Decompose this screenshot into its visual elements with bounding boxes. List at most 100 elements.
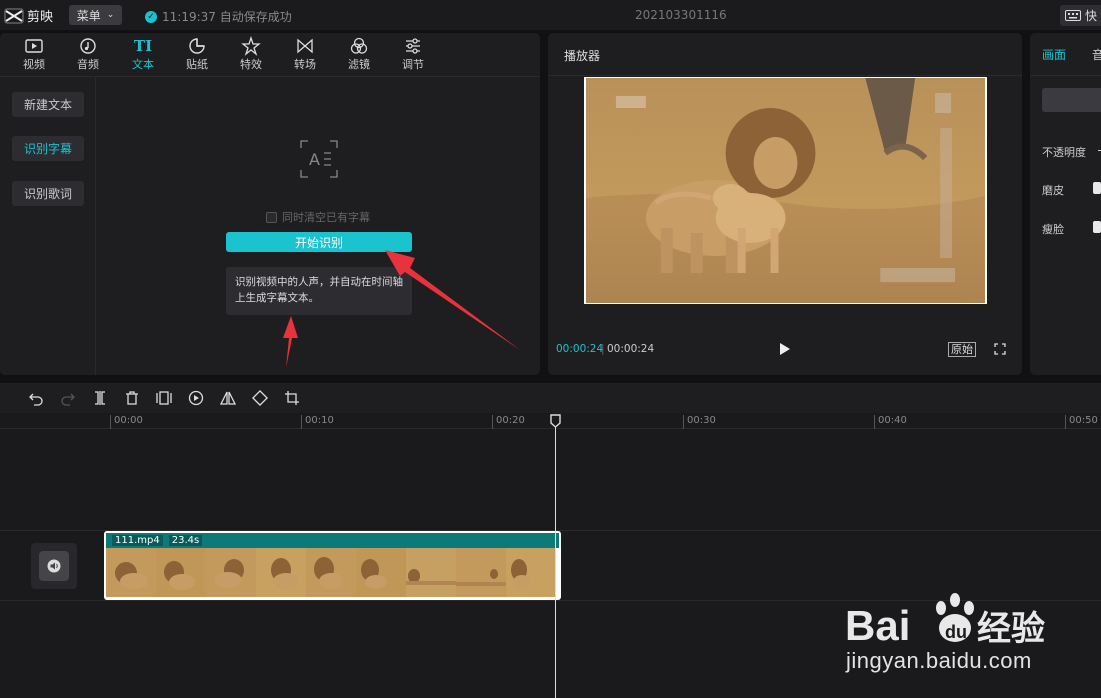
- svg-text:经验: 经验: [977, 609, 1045, 649]
- rotate-icon[interactable]: [252, 390, 268, 406]
- thumbnail: [506, 548, 556, 597]
- aspect-ratio-button[interactable]: 原始: [948, 342, 976, 357]
- total-time: 00:00:24: [607, 343, 655, 355]
- tab-label: 视频: [23, 58, 45, 71]
- properties-panel: 画面 音 不透明度 磨皮 瘦脸: [1030, 33, 1101, 375]
- menu-label: 菜单: [76, 8, 101, 23]
- divider: [548, 75, 1022, 76]
- freeze-frame-icon[interactable]: [156, 390, 172, 406]
- undo-icon[interactable]: [28, 390, 44, 406]
- tab-transition[interactable]: 转场: [285, 36, 325, 76]
- video-preview[interactable]: [584, 77, 987, 304]
- check-icon: ✓: [145, 10, 157, 23]
- thumbnail: [256, 548, 306, 597]
- delete-icon[interactable]: [124, 390, 140, 406]
- svg-text:A: A: [309, 150, 320, 169]
- adjust-icon: [406, 38, 420, 54]
- capcut-logo-icon: [4, 8, 24, 23]
- current-time: 00:00:24: [556, 343, 604, 355]
- save-status: ✓ 11:19:37 自动保存成功: [145, 8, 292, 25]
- track-header: [31, 543, 77, 589]
- split-icon[interactable]: [92, 390, 108, 406]
- tab-label: 特效: [240, 58, 262, 71]
- playhead[interactable]: [555, 422, 556, 698]
- transition-icon: [297, 38, 313, 54]
- divider: [1030, 75, 1101, 76]
- player-title: 播放器: [564, 49, 601, 63]
- thumbnail: [106, 548, 156, 597]
- crop-icon[interactable]: [284, 390, 300, 406]
- tick-label: 00:30: [683, 415, 716, 429]
- thumbnail: [306, 548, 356, 597]
- tab-video[interactable]: 视频: [14, 36, 54, 76]
- preset-bar[interactable]: [1042, 88, 1101, 112]
- tab-effects[interactable]: 特效: [231, 36, 271, 76]
- video-icon: [25, 39, 43, 53]
- sidebar-item-recognize-lyrics[interactable]: 识别歌词: [12, 181, 84, 206]
- playhead-handle[interactable]: [550, 414, 561, 428]
- sidebar-item-recognize-subtitles[interactable]: 识别字幕: [12, 136, 84, 161]
- tab-label: 滤镜: [348, 58, 370, 71]
- opacity-label: 不透明度: [1042, 146, 1086, 159]
- title-bar: 剪映 菜单 ⌄ ✓ 11:19:37 自动保存成功 202103301116 快: [0, 0, 1101, 30]
- start-recognition-button[interactable]: 开始识别: [226, 232, 412, 252]
- thumbnail: [356, 548, 406, 597]
- thumbnail: [406, 548, 456, 597]
- tab-label: 调节: [402, 58, 424, 71]
- mute-button[interactable]: [39, 551, 69, 581]
- chevron-down-icon: ⌄: [106, 10, 115, 20]
- mirror-icon[interactable]: [220, 390, 236, 406]
- shortcut-button[interactable]: 快: [1060, 5, 1101, 26]
- app-name: 剪映: [27, 10, 54, 25]
- project-name: 202103301116: [635, 8, 727, 22]
- time-separator: |: [601, 343, 605, 355]
- shortcut-label: 快: [1085, 9, 1098, 23]
- tick-label: 00:20: [492, 415, 525, 429]
- tab-label: 音频: [77, 58, 99, 71]
- fullscreen-icon[interactable]: [994, 343, 1006, 355]
- smooth-skin-slider-knob[interactable]: [1093, 182, 1101, 194]
- slim-face-label: 瘦脸: [1042, 223, 1064, 236]
- sidebar-item-new-text[interactable]: 新建文本: [12, 92, 84, 117]
- effects-icon: [241, 36, 261, 56]
- recognition-description: 识别视频中的人声，并自动在时间轴上生成字幕文本。: [226, 267, 412, 315]
- tab-audio[interactable]: 音频: [68, 36, 108, 76]
- tick-label: 00:10: [301, 415, 334, 429]
- thumbnail: [156, 548, 206, 597]
- filter-icon: [350, 37, 368, 54]
- clear-existing-label: 同时清空已有字幕: [282, 211, 370, 224]
- keyboard-icon: [1065, 10, 1081, 21]
- tick-label: 00:40: [874, 415, 907, 429]
- clip-thumbnails: [106, 548, 559, 597]
- clip-filename: 111.mp4: [112, 535, 163, 546]
- auto-caption-icon: A: [300, 140, 338, 178]
- video-clip[interactable]: 111.mp4 23.4s: [104, 531, 561, 600]
- app-logo: 剪映: [4, 6, 53, 25]
- reverse-play-icon[interactable]: [188, 390, 204, 406]
- tick-label: 00:00: [110, 415, 143, 429]
- tab-audio-props[interactable]: 音: [1092, 46, 1101, 63]
- clip-header: 111.mp4 23.4s: [106, 533, 559, 548]
- svg-text:Bai: Bai: [845, 602, 910, 649]
- text-panel: 视频 音频 TI 文本 贴纸 特效 转场 滤镜 调节 新建文本 识别字幕 识别歌…: [0, 33, 540, 375]
- volume-icon: [47, 559, 61, 573]
- save-status-text: 11:19:37 自动保存成功: [162, 10, 292, 24]
- checkbox-box[interactable]: [266, 211, 277, 223]
- sticker-icon: [189, 38, 205, 54]
- svg-text:du: du: [945, 622, 967, 642]
- slim-face-slider-knob[interactable]: [1093, 221, 1101, 233]
- text-icon: TI: [133, 37, 153, 55]
- tab-text[interactable]: TI 文本: [123, 36, 163, 76]
- play-icon[interactable]: [779, 342, 791, 356]
- tab-filter[interactable]: 滤镜: [339, 36, 379, 76]
- thumbnail: [456, 548, 506, 597]
- tab-adjust[interactable]: 调节: [393, 36, 433, 76]
- menu-button[interactable]: 菜单 ⌄: [69, 5, 122, 25]
- clear-existing-checkbox[interactable]: 同时清空已有字幕: [266, 209, 370, 225]
- tab-label: 贴纸: [186, 58, 208, 71]
- tab-picture[interactable]: 画面: [1042, 46, 1066, 63]
- tab-label: 文本: [132, 58, 154, 71]
- tab-sticker[interactable]: 贴纸: [177, 36, 217, 76]
- watermark-url: jingyan.baidu.com: [846, 648, 1032, 673]
- redo-icon[interactable]: [60, 390, 76, 406]
